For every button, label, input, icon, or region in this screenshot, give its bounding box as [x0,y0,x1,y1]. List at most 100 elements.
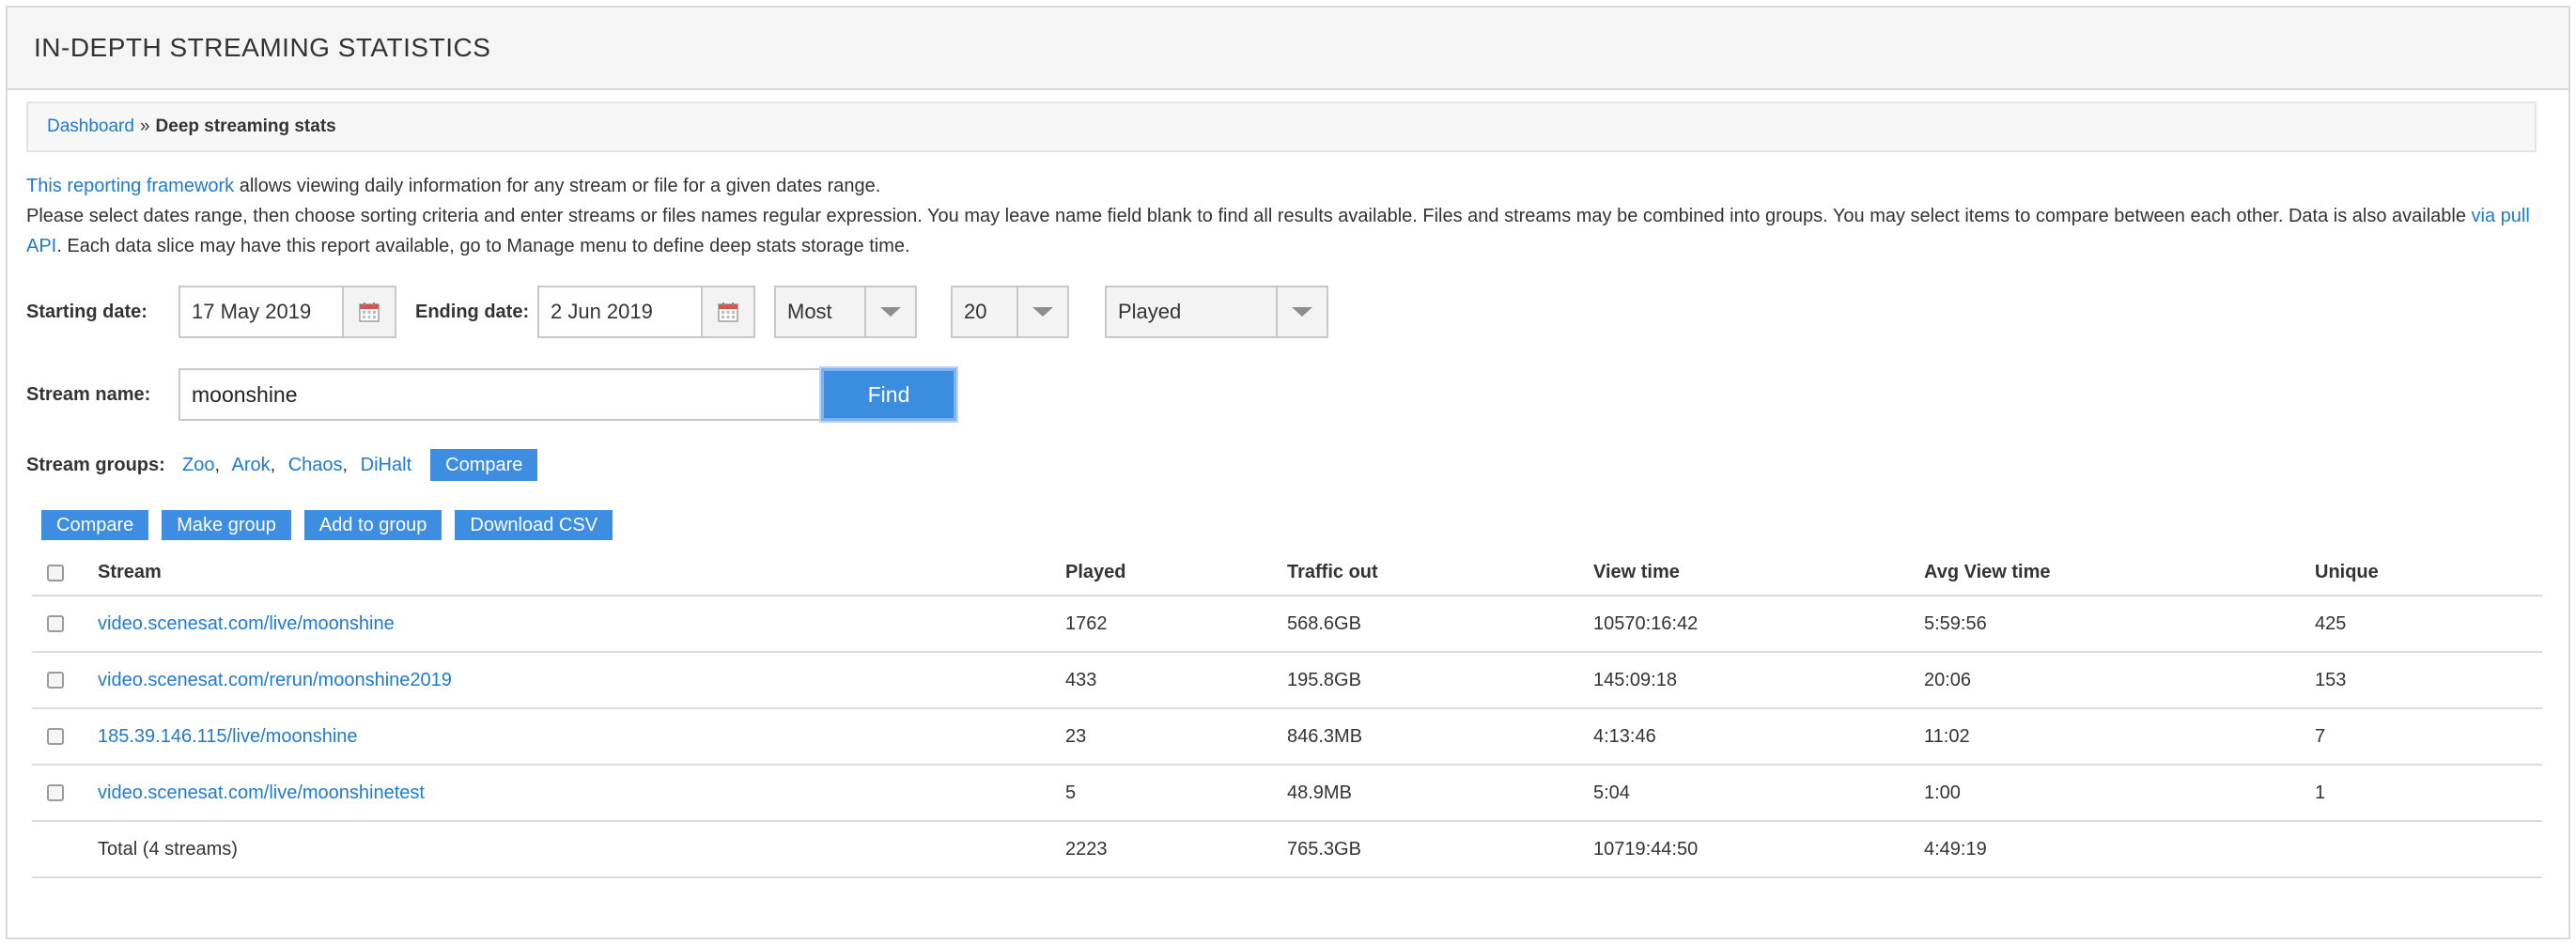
description-line-2-text: Please select dates range, then choose s… [26,206,2472,226]
find-button[interactable]: Find [821,368,956,421]
table-row: video.scenesat.com/live/moonshine 1762 5… [32,596,2542,653]
starting-date-field[interactable]: 17 May 2019 [178,286,396,338]
traffic-out-cell: 568.6GB [1287,596,1593,653]
limit-select[interactable]: 20 [951,286,1069,338]
table-row: video.scenesat.com/rerun/moonshine2019 4… [32,652,2542,709]
breadcrumb: Dashboard » Deep streaming stats [26,101,2537,152]
calendar-icon[interactable] [701,287,753,336]
calendar-icon[interactable] [342,287,395,336]
stream-link[interactable]: video.scenesat.com/live/moonshinetest [98,782,425,803]
played-cell: 1762 [1065,596,1287,653]
stream-link[interactable]: video.scenesat.com/live/moonshine [98,613,395,634]
breadcrumb-current: Deep streaming stats [155,116,336,136]
group-link-zoo[interactable]: Zoo [182,455,214,475]
description-line-2: Please select dates range, then choose s… [26,201,2544,261]
make-group-button[interactable]: Make group [162,510,291,540]
total-empty-cell [32,821,98,878]
metric-select-value: Played [1118,300,1182,323]
description: This reporting framework allows viewing … [26,171,2544,261]
breadcrumb-dashboard-link[interactable]: Dashboard [47,116,134,137]
avg-view-time-cell: 1:00 [1924,765,2315,822]
table-row: video.scenesat.com/live/moonshinetest 5 … [32,765,2542,822]
row-select-cell [32,652,98,709]
stream-groups-row: Stream groups: Zoo, Arok, Chaos, DiHalt … [26,449,538,481]
column-header-view-time[interactable]: View time [1593,550,1924,596]
column-header-stream[interactable]: Stream [98,550,1065,596]
table-row: 185.39.146.115/live/moonshine 23 846.3MB… [32,708,2542,766]
limit-select-value: 20 [964,300,987,323]
select-all-checkbox[interactable] [47,564,64,581]
played-cell: 5 [1065,765,1287,822]
group-link-chaos[interactable]: Chaos [288,455,343,475]
ending-date-label: Ending date: [415,301,530,322]
order-select[interactable]: Most [774,286,917,338]
row-checkbox[interactable] [47,672,64,689]
download-csv-button[interactable]: Download CSV [455,510,613,540]
add-to-group-button[interactable]: Add to group [303,510,442,540]
total-label-cell: Total (4 streams) [98,821,1065,878]
unique-cell: 1 [2315,765,2542,822]
panel-header: IN-DEPTH STREAMING STATISTICS [8,8,2568,90]
stream-groups-list: Zoo, Arok, Chaos, DiHalt [182,454,412,475]
select-all-cell [32,550,98,596]
total-traffic-out-cell: 765.3GB [1287,821,1593,878]
column-header-avg-view-time[interactable]: Avg View time [1924,550,2315,596]
ending-date-value: 2 Jun 2019 [551,300,653,323]
view-time-cell: 5:04 [1593,765,1924,822]
avg-view-time-cell: 20:06 [1924,652,2315,709]
compare-groups-button[interactable]: Compare [430,449,538,481]
chevron-down-icon [1016,287,1067,336]
stream-cell: video.scenesat.com/rerun/moonshine2019 [98,652,1065,709]
view-time-cell: 145:09:18 [1593,652,1924,709]
row-select-cell [32,708,98,766]
ending-date-field[interactable]: 2 Jun 2019 [537,286,755,338]
total-avg-view-time-cell: 4:49:19 [1924,821,2315,878]
group-link-arok[interactable]: Arok [231,455,270,475]
stream-name-input[interactable]: moonshine [178,368,821,421]
row-checkbox[interactable] [47,615,64,632]
group-link-dihalt[interactable]: DiHalt [361,455,411,475]
stream-cell: 185.39.146.115/live/moonshine [98,708,1065,766]
row-checkbox[interactable] [47,728,64,745]
traffic-out-cell: 195.8GB [1287,652,1593,709]
played-cell: 23 [1065,708,1287,766]
table-header-row: Stream Played Traffic out View time Avg … [32,550,2542,596]
row-checkbox[interactable] [47,784,64,801]
view-time-cell: 10570:16:42 [1593,596,1924,653]
results-table: Stream Played Traffic out View time Avg … [32,550,2542,878]
description-line-2-rest: . Each data slice may have this report a… [56,236,910,256]
stream-link[interactable]: 185.39.146.115/live/moonshine [98,726,358,747]
total-played-cell: 2223 [1065,821,1287,878]
chevron-down-icon [864,287,915,336]
breadcrumb-separator: » [139,116,150,136]
action-buttons: Compare Make group Add to group Download… [41,510,613,540]
stream-cell: video.scenesat.com/live/moonshine [98,596,1065,653]
metric-select[interactable]: Played [1105,286,1328,338]
column-header-unique[interactable]: Unique [2315,550,2542,596]
stream-cell: video.scenesat.com/live/moonshinetest [98,765,1065,822]
compare-button[interactable]: Compare [41,510,149,540]
starting-date-label: Starting date: [26,301,147,322]
column-header-traffic-out[interactable]: Traffic out [1287,550,1593,596]
description-line-1-text: allows viewing daily information for any… [234,176,881,196]
page-title: IN-DEPTH STREAMING STATISTICS [34,33,491,62]
total-view-time-cell: 10719:44:50 [1593,821,1924,878]
row-select-cell [32,765,98,822]
row-select-cell [32,596,98,653]
played-cell: 433 [1065,652,1287,709]
starting-date-value: 17 May 2019 [192,300,312,323]
view-time-cell: 4:13:46 [1593,708,1924,766]
stream-groups-label: Stream groups: [26,454,165,475]
avg-view-time-cell: 11:02 [1924,708,2315,766]
description-line-1: This reporting framework allows viewing … [26,171,2544,201]
unique-cell: 425 [2315,596,2542,653]
total-unique-cell [2315,821,2542,878]
stream-link[interactable]: video.scenesat.com/rerun/moonshine2019 [98,670,452,690]
unique-cell: 153 [2315,652,2542,709]
unique-cell: 7 [2315,708,2542,766]
order-select-value: Most [787,300,832,323]
traffic-out-cell: 48.9MB [1287,765,1593,822]
traffic-out-cell: 846.3MB [1287,708,1593,766]
reporting-framework-link[interactable]: This reporting framework [26,176,234,196]
column-header-played[interactable]: Played [1065,550,1287,596]
